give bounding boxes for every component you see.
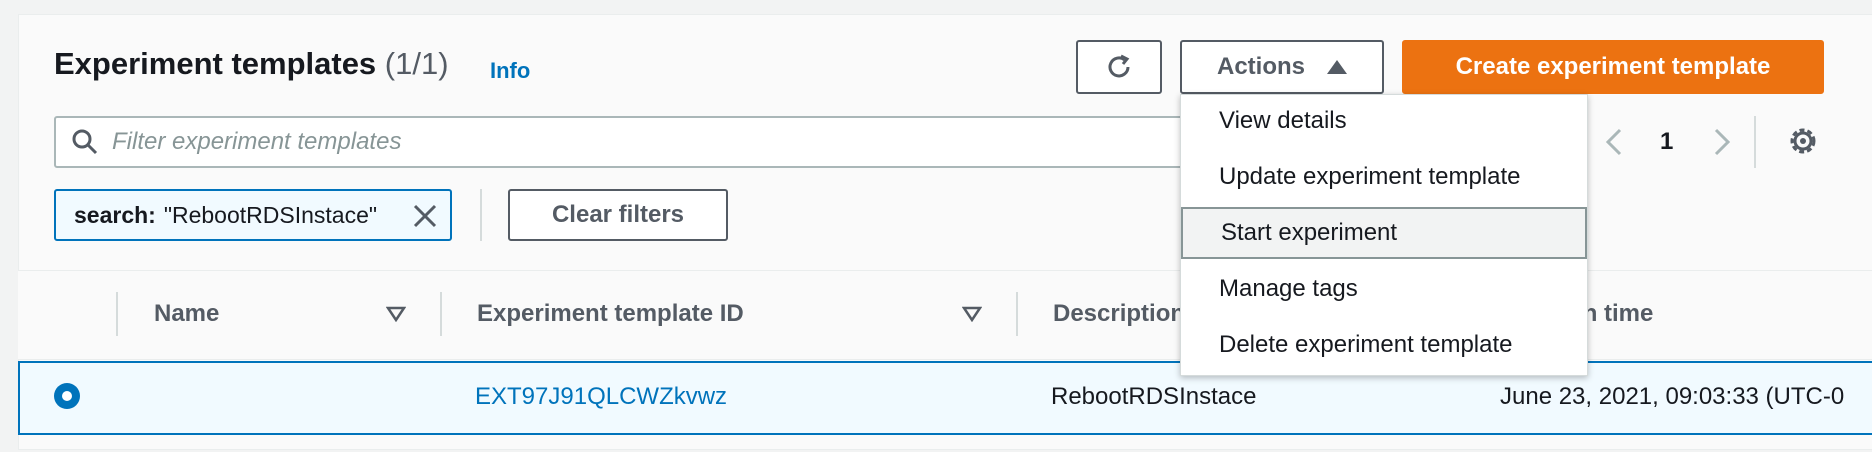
refresh-button[interactable]: [1076, 40, 1162, 94]
filter-token-key: search:: [74, 201, 156, 228]
menu-item-view-details[interactable]: View details: [1181, 95, 1587, 147]
search-placeholder: Filter experiment templates: [112, 128, 402, 155]
page-title: Experiment templates (1/1): [54, 46, 449, 81]
template-count: (1/1): [384, 46, 449, 81]
menu-item-delete-template[interactable]: Delete experiment template: [1181, 319, 1587, 371]
sort-caret-icon[interactable]: [962, 306, 982, 322]
cell-creation-time: June 23, 2021, 09:03:33 (UTC-0: [1500, 383, 1845, 410]
column-header-name[interactable]: Name: [154, 300, 219, 328]
column-header-description[interactable]: Description: [1053, 300, 1185, 328]
refresh-icon: [1108, 54, 1130, 78]
actions-button[interactable]: Actions: [1180, 40, 1384, 94]
column-divider: [1016, 292, 1018, 336]
info-link[interactable]: Info: [490, 58, 530, 84]
caret-up-icon: [1327, 60, 1347, 74]
filter-token-value: "RebootRDSInstace": [163, 201, 378, 228]
search-icon: [72, 129, 98, 155]
chevron-left-icon[interactable]: [1600, 122, 1628, 162]
sort-caret-icon[interactable]: [386, 306, 406, 322]
clear-filters-button[interactable]: Clear filters: [508, 189, 728, 241]
filter-divider: [480, 189, 482, 241]
page-number[interactable]: 1: [1660, 128, 1673, 156]
actions-dropdown-menu: View details Update experiment template …: [1180, 94, 1588, 376]
menu-item-start-experiment[interactable]: Start experiment: [1181, 207, 1587, 259]
column-divider: [116, 292, 118, 336]
gear-icon[interactable]: [1786, 124, 1820, 158]
cell-template-id-link[interactable]: EXT97J91QLCWZkvwz: [475, 383, 727, 411]
search-input[interactable]: Filter experiment templates: [54, 116, 1214, 168]
close-icon[interactable]: [412, 203, 438, 229]
filter-token: search: "RebootRDSInstace": [54, 189, 452, 241]
cell-description: RebootRDSInstace: [1051, 383, 1257, 410]
menu-item-update-template[interactable]: Update experiment template: [1181, 151, 1587, 203]
chevron-right-icon[interactable]: [1708, 122, 1736, 162]
menu-item-manage-tags[interactable]: Manage tags: [1181, 263, 1587, 315]
create-experiment-template-button[interactable]: Create experiment template: [1402, 40, 1824, 94]
radio-selected-icon[interactable]: [54, 383, 80, 409]
pagination-divider: [1754, 116, 1756, 168]
column-divider: [440, 292, 442, 336]
column-header-template-id[interactable]: Experiment template ID: [477, 300, 744, 328]
